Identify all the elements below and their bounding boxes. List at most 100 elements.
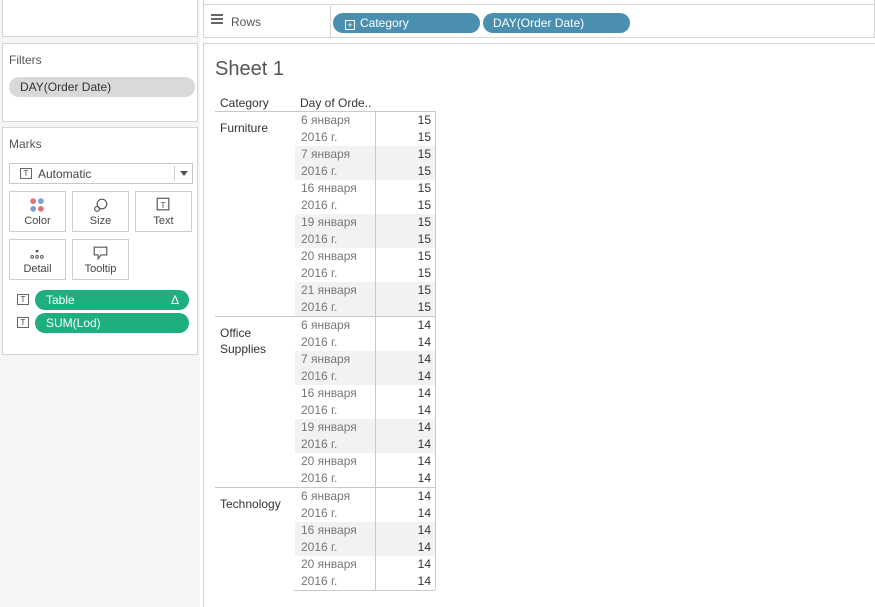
value-cell: 14 — [417, 420, 431, 434]
table-row[interactable]: 19 января 14 — [295, 419, 435, 436]
rows-icon — [211, 14, 223, 24]
table-row[interactable]: 2016 г. 14 — [295, 539, 435, 556]
table-row[interactable]: 16 января 14 — [295, 385, 435, 402]
pages-card — [2, 0, 198, 37]
text-mark-icon: T — [17, 294, 29, 305]
table-row[interactable]: 2016 г. 15 — [295, 299, 435, 316]
value-cell: 14 — [417, 318, 431, 332]
text-button[interactable]: T Text — [135, 191, 192, 232]
date-cell: 6 января — [301, 489, 351, 503]
table-row[interactable]: 2016 г. 15 — [295, 129, 435, 146]
tooltip-button[interactable]: Tooltip — [72, 239, 129, 280]
table-row[interactable]: 6 января 15 — [295, 112, 435, 129]
value-cell: 14 — [417, 386, 431, 400]
table-row[interactable]: 2016 г. 15 — [295, 163, 435, 180]
rows-pill-day-order-date[interactable]: DAY(Order Date) — [483, 13, 630, 33]
table-row[interactable]: 2016 г. 15 — [295, 265, 435, 282]
table-row[interactable]: 21 января 15 — [295, 282, 435, 299]
filters-title: Filters — [9, 53, 42, 67]
table-bottom-border — [294, 590, 435, 591]
table-row[interactable]: 16 января 14 — [295, 522, 435, 539]
mark-type-dropdown[interactable]: T Automatic — [9, 163, 193, 184]
date-cell: 2016 г. — [301, 574, 338, 588]
date-cell: 2016 г. — [301, 403, 338, 417]
value-cell: 14 — [417, 403, 431, 417]
sheet-title: Sheet 1 — [215, 58, 284, 80]
category-label[interactable]: Office Supplies — [220, 325, 290, 357]
rows-shelf: Rows + Category DAY(Order Date) — [203, 0, 875, 38]
date-cell: 2016 г. — [301, 540, 338, 554]
date-cell: 16 января — [301, 181, 357, 195]
table-row[interactable]: 2016 г. 14 — [295, 334, 435, 351]
category-group: Furniture 6 января 15 2016 г. 15 7 января 15 20… — [215, 111, 435, 316]
date-cell: 2016 г. — [301, 506, 338, 520]
color-button-label: Color — [24, 215, 51, 227]
marks-pill-table[interactable]: Table Δ — [35, 290, 189, 310]
value-cell: 15 — [417, 266, 431, 280]
detail-button-label: Detail — [23, 263, 52, 275]
table-row[interactable]: 2016 г. 14 — [295, 402, 435, 419]
category-label[interactable]: Technology — [220, 496, 290, 512]
table-row[interactable]: 7 января 15 — [295, 146, 435, 163]
value-cell: 14 — [417, 437, 431, 451]
value-cell: 14 — [417, 557, 431, 571]
date-cell: 2016 г. — [301, 437, 338, 451]
table-row[interactable]: 2016 г. 15 — [295, 231, 435, 248]
category-group: Technology 6 января 14 2016 г. 14 16 января 14… — [215, 487, 435, 590]
marks-pill-label: SUM(Lod) — [46, 316, 101, 330]
column-header-day-of-order[interactable]: Day of Orde.. — [300, 96, 371, 110]
mark-type-label: Automatic — [38, 167, 92, 181]
date-cell: 2016 г. — [301, 266, 338, 280]
expand-icon: + — [345, 20, 355, 30]
date-cell: 6 января — [301, 318, 351, 332]
table-row[interactable]: 2016 г. 15 — [295, 197, 435, 214]
rows-pill-label: Category — [360, 16, 409, 30]
date-cell: 7 января — [301, 147, 351, 161]
date-cell: 20 января — [301, 557, 357, 571]
table-row[interactable]: 6 января 14 — [295, 488, 435, 505]
table-row[interactable]: 2016 г. 14 — [295, 470, 435, 487]
filter-pill-day-order-date[interactable]: DAY(Order Date) — [9, 77, 195, 97]
value-cell: 15 — [417, 181, 431, 195]
table-row[interactable]: 20 января 15 — [295, 248, 435, 265]
table-row[interactable]: 2016 г. 14 — [295, 505, 435, 522]
filters-card: Filters DAY(Order Date) — [2, 43, 198, 122]
table-row[interactable]: 2016 г. 14 — [295, 436, 435, 453]
text-mark-icon: T — [20, 168, 32, 179]
shelf-divider — [330, 6, 331, 38]
value-cell: 15 — [417, 283, 431, 297]
category-label[interactable]: Furniture — [220, 120, 290, 136]
date-cell: 19 января — [301, 215, 357, 229]
table-row[interactable]: 6 января 14 — [295, 317, 435, 334]
table-row[interactable]: 20 января 14 — [295, 556, 435, 573]
rows-shelf-label: Rows — [231, 15, 262, 29]
table-row[interactable]: 19 января 15 — [295, 214, 435, 231]
size-button[interactable]: Size — [72, 191, 129, 232]
chevron-down-icon — [180, 171, 188, 176]
marks-pill-sum-lod[interactable]: SUM(Lod) — [35, 313, 189, 333]
rows-pill-category[interactable]: + Category — [333, 13, 480, 33]
value-cell: 15 — [417, 300, 431, 314]
rows-pill-label: DAY(Order Date) — [493, 16, 585, 30]
color-icon — [30, 198, 44, 212]
detail-button[interactable]: Detail — [9, 239, 66, 280]
date-rows: 6 января 14 2016 г. 14 7 января 14 2016 г. 14 16… — [294, 317, 435, 487]
table-row[interactable]: 20 января 14 — [295, 453, 435, 470]
table-row[interactable]: 7 января 14 — [295, 351, 435, 368]
date-cell: 20 января — [301, 249, 357, 263]
category-group: Office Supplies 6 января 14 2016 г. 14 7 янва… — [215, 316, 435, 487]
table-row[interactable]: 2016 г. 14 — [295, 368, 435, 385]
value-cell: 14 — [417, 454, 431, 468]
marks-title: Marks — [9, 137, 42, 151]
value-cell: 14 — [417, 574, 431, 588]
value-cell: 14 — [417, 335, 431, 349]
sheet-view: Sheet 1 Category Day of Orde.. Furniture… — [203, 43, 875, 607]
value-cell: 14 — [417, 540, 431, 554]
table-row[interactable]: 2016 г. 14 — [295, 573, 435, 590]
value-cell: 14 — [417, 523, 431, 537]
tooltip-icon — [93, 246, 108, 261]
date-cell: 19 января — [301, 420, 357, 434]
table-row[interactable]: 16 января 15 — [295, 180, 435, 197]
color-button[interactable]: Color — [9, 191, 66, 232]
column-header-category[interactable]: Category — [220, 96, 269, 110]
